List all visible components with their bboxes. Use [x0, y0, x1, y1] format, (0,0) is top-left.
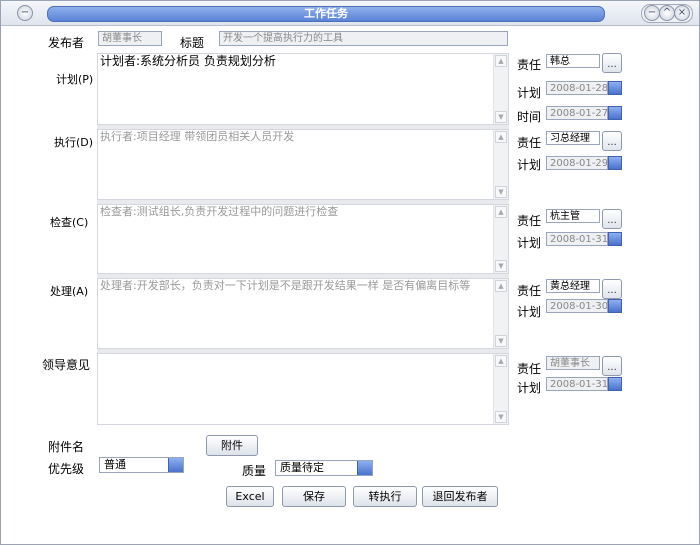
do-responsible-field[interactable]: 习总经理: [546, 131, 600, 145]
calendar-icon[interactable]: [608, 81, 622, 95]
leader-date-field[interactable]: 2008-01-31: [546, 377, 608, 391]
plan-text: 计划者:系统分析员 负责规划分析: [100, 54, 276, 68]
calendar-icon[interactable]: [608, 156, 622, 170]
return-to-publisher-button[interactable]: 退回发布者: [422, 486, 498, 507]
plan-responsible-label: 责任: [517, 58, 542, 72]
check-date-label: 计划: [517, 236, 542, 250]
leader-browse-button[interactable]: ...: [602, 356, 622, 376]
plan-time-field[interactable]: 2008-01-27: [546, 106, 608, 120]
priority-select[interactable]: 普通: [99, 457, 184, 473]
scroll-up-icon[interactable]: ▲: [495, 355, 507, 367]
publisher-label: 发布者: [48, 36, 85, 50]
act-responsible-field[interactable]: 黄总经理: [546, 279, 600, 293]
work-task-window: − 工作任务 − ^ × 发布者 胡董事长 标题 开发一个提高执行力的工具 计划…: [0, 0, 700, 545]
leader-opinion-textarea[interactable]: ▲ ▼: [97, 353, 509, 425]
check-responsible-label: 责任: [517, 214, 542, 228]
maximize-icon[interactable]: ^: [659, 5, 675, 21]
leader-scrollbar[interactable]: ▲ ▼: [493, 354, 508, 424]
do-scrollbar[interactable]: ▲ ▼: [493, 130, 508, 199]
window-menu-icon[interactable]: −: [17, 5, 33, 21]
plan-date-field[interactable]: 2008-01-28: [546, 81, 608, 95]
do-textarea[interactable]: 执行者:项目经理 带领团员相关人员开发 ▲ ▼: [97, 129, 509, 200]
check-textarea[interactable]: 检查者:测试组长,负责开发过程中的问题进行检查 ▲ ▼: [97, 204, 509, 274]
check-text: 检查者:测试组长,负责开发过程中的问题进行检查: [100, 205, 339, 218]
act-textarea[interactable]: 处理者:开发部长，负责对一下计划是不是跟开发结果一样 是否有偏离目标等 ▲ ▼: [97, 278, 509, 349]
minimize-icon[interactable]: −: [644, 5, 660, 21]
scroll-down-icon[interactable]: ▼: [495, 411, 507, 423]
leader-opinion-label: 领导意见: [42, 358, 91, 372]
plan-textarea[interactable]: 计划者:系统分析员 负责规划分析 ▲ ▼: [97, 53, 509, 125]
check-label: 检查(C): [50, 216, 89, 229]
act-label: 处理(A): [50, 285, 89, 298]
scroll-down-icon[interactable]: ▼: [495, 335, 507, 347]
check-date-field[interactable]: 2008-01-31: [546, 232, 608, 246]
do-date-label: 计划: [517, 158, 542, 172]
save-button[interactable]: 保存: [282, 486, 346, 507]
plan-date-label: 计划: [517, 86, 542, 100]
check-browse-button[interactable]: ...: [602, 209, 622, 229]
act-date-field[interactable]: 2008-01-30: [546, 299, 608, 313]
act-responsible-label: 责任: [517, 284, 542, 298]
plan-scrollbar[interactable]: ▲ ▼: [493, 54, 508, 124]
scroll-up-icon[interactable]: ▲: [495, 55, 507, 67]
scroll-down-icon[interactable]: ▼: [495, 260, 507, 272]
do-text: 执行者:项目经理 带领团员相关人员开发: [100, 130, 295, 143]
plan-responsible-field[interactable]: 韩总: [546, 54, 600, 68]
window-title: 工作任务: [304, 7, 348, 20]
attachment-button[interactable]: 附件: [206, 435, 258, 456]
execute-button[interactable]: 转执行: [353, 486, 417, 507]
leader-responsible-field[interactable]: 胡董事长: [546, 356, 600, 370]
scroll-up-icon[interactable]: ▲: [495, 280, 507, 292]
publisher-field[interactable]: 胡董事长: [98, 31, 162, 46]
close-icon[interactable]: ×: [674, 5, 690, 21]
excel-button[interactable]: Excel: [226, 486, 274, 507]
check-scrollbar[interactable]: ▲ ▼: [493, 205, 508, 273]
chevron-down-icon[interactable]: [168, 458, 183, 472]
calendar-icon[interactable]: [608, 377, 622, 391]
plan-time-label: 时间: [517, 110, 542, 124]
chevron-down-icon[interactable]: [357, 461, 372, 475]
calendar-icon[interactable]: [608, 106, 622, 120]
leader-responsible-label: 责任: [517, 362, 542, 376]
do-label: 执行(D): [54, 136, 94, 149]
priority-label: 优先级: [48, 462, 85, 476]
priority-value: 普通: [104, 458, 126, 471]
scroll-down-icon[interactable]: ▼: [495, 186, 507, 198]
do-date-field[interactable]: 2008-01-29: [546, 156, 608, 170]
subject-field[interactable]: 开发一个提高执行力的工具: [219, 31, 508, 46]
calendar-icon[interactable]: [608, 299, 622, 313]
act-date-label: 计划: [517, 305, 542, 319]
quality-value: 质量待定: [280, 461, 324, 474]
plan-label: 计划(P): [56, 73, 94, 86]
act-text: 处理者:开发部长，负责对一下计划是不是跟开发结果一样 是否有偏离目标等: [100, 279, 471, 292]
scroll-down-icon[interactable]: ▼: [495, 111, 507, 123]
act-scrollbar[interactable]: ▲ ▼: [493, 279, 508, 348]
check-responsible-field[interactable]: 杭主管: [546, 209, 600, 223]
act-browse-button[interactable]: ...: [602, 279, 622, 299]
plan-browse-button[interactable]: ...: [602, 53, 622, 73]
title-bar: − 工作任务 − ^ ×: [1, 1, 699, 26]
leader-date-label: 计划: [517, 381, 542, 395]
subject-label: 标题: [180, 36, 205, 50]
quality-label: 质量: [242, 464, 267, 478]
do-browse-button[interactable]: ...: [602, 131, 622, 151]
quality-select[interactable]: 质量待定: [275, 460, 373, 476]
scroll-up-icon[interactable]: ▲: [495, 131, 507, 143]
calendar-icon[interactable]: [608, 232, 622, 246]
do-responsible-label: 责任: [517, 136, 542, 150]
attachment-name-label: 附件名: [48, 440, 85, 454]
scroll-up-icon[interactable]: ▲: [495, 206, 507, 218]
title-pill: 工作任务: [47, 6, 605, 22]
